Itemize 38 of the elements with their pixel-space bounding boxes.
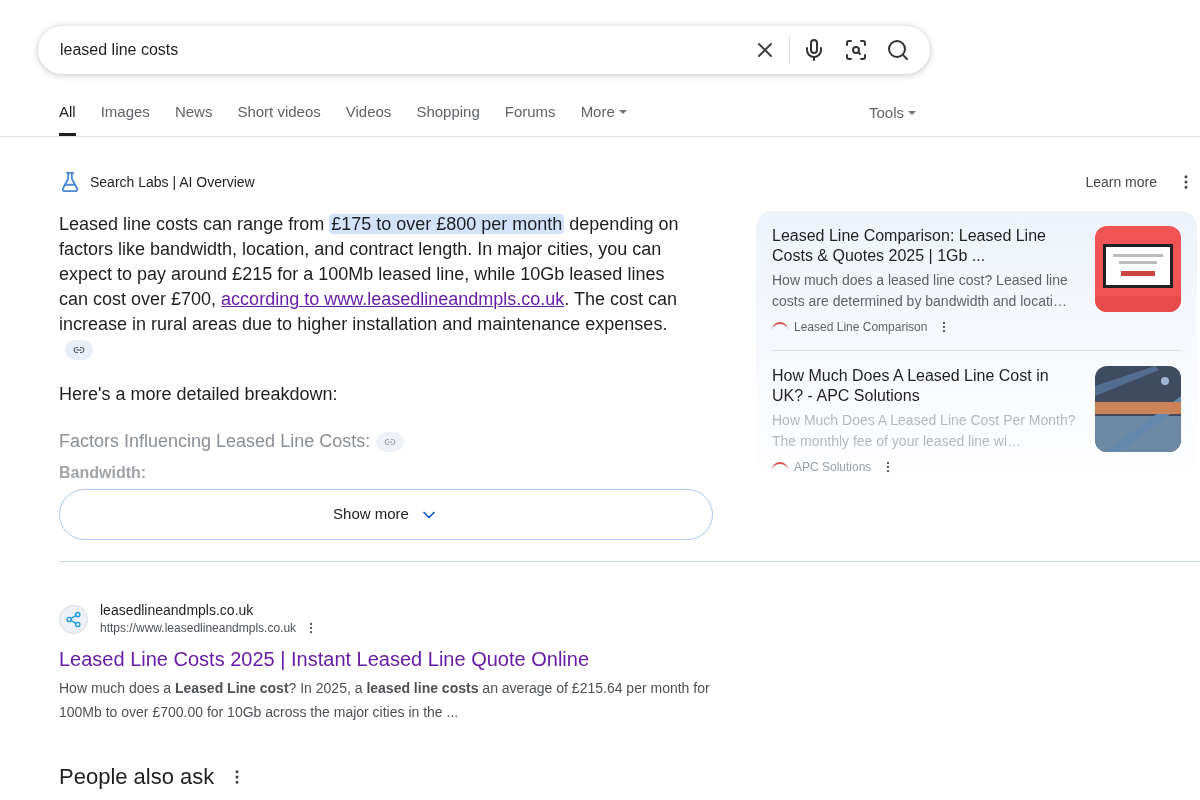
source-site: Leased Line Comparison (794, 319, 928, 336)
share-icon (65, 610, 82, 628)
dropdown-arrow-icon (618, 109, 627, 114)
source-site: APC Solutions (794, 459, 872, 476)
site-name: leasedlineandmpls.co.uk (100, 601, 255, 619)
search-tab[interactable]: Images (100, 100, 150, 136)
source-item[interactable]: How Much Does A Leased Line Cost in UK? - APC Solutions How Much Does A Leased Line Cost Per Month? The monthly fee of your leased line wi… APC Solutions (772, 350, 1181, 476)
people-also-ask-heading: People also ask (59, 763, 215, 791)
overview-label: Search Labs | AI Overview (90, 172, 255, 192)
learn-more-link[interactable]: Learn more (1085, 171, 1157, 193)
source-title[interactable]: How Much Does A Leased Line Cost in UK? - APC Solutions (772, 366, 1081, 406)
search-tab[interactable]: News (174, 100, 213, 136)
bandwidth-heading: Bandwidth: (59, 465, 148, 481)
flask-icon (59, 171, 81, 193)
source-snippet: How much does a leased line cost? Leased line costs are determined by bandwidth and locati… (772, 271, 1069, 311)
link-chip[interactable] (65, 340, 93, 361)
search-icon[interactable] (886, 38, 910, 62)
source-link[interactable]: according to www.leasedlineandmpls.co.uk (221, 289, 565, 309)
search-input[interactable]: leased line costs (60, 38, 753, 62)
search-tab[interactable]: Videos (345, 100, 392, 136)
result-snippet: How much does a Leased Line cost? In 2025, a leased line costs an average of £215.64 per month for 100Mb to over £700.00 for 10Gb across the major cities in the ... (59, 679, 711, 722)
site-url: https://www.leasedlineandmpls.co.uk (100, 620, 297, 637)
search-field[interactable]: leased line costs (38, 26, 930, 74)
breakdown-text: Here's a more detailed breakdown: (59, 383, 339, 406)
source-item[interactable]: Leased Line Comparison: Leased Line Costs & Quotes 2025 | 1Gb ... How much does a leased line cost? Leased line costs are determined by bandwidth and locati… Leased Line Comparison (772, 226, 1181, 336)
source-snippet: How Much Does A Leased Line Cost Per Month? The monthly fee of your leased line wi… (772, 411, 1077, 451)
search-tab[interactable]: Short videos (237, 100, 321, 136)
overview-paragraph: Leased line costs can range from £175 to over £800 per month depending on factors like bandwidth, location, and contract length. In major cities, you can expect to pay around £215 for a 100Mb leased line, while 10Gb leased lines can cost over £700, according to www.leasedlineandmpls.co.uk. The cost can increase in rural areas due to higher installation and maintenance expenses. (59, 212, 697, 362)
tools-button[interactable]: Tools (868, 101, 916, 136)
result-title-link[interactable]: Leased Line Costs 2025 | Instant Leased Line Quote Online (59, 646, 760, 672)
camera-icon[interactable] (844, 38, 868, 62)
factors-heading: Factors Influencing Leased Line Costs: (59, 430, 371, 453)
source-title[interactable]: Leased Line Comparison: Leased Line Costs & Quotes 2025 | 1Gb ... (772, 226, 1081, 266)
search-tab[interactable]: Forums (504, 100, 556, 136)
search-tab[interactable]: All (59, 100, 76, 136)
dropdown-arrow-icon (908, 110, 916, 115)
search-tab[interactable]: More (580, 100, 627, 136)
search-tab[interactable]: Shopping (416, 100, 480, 136)
